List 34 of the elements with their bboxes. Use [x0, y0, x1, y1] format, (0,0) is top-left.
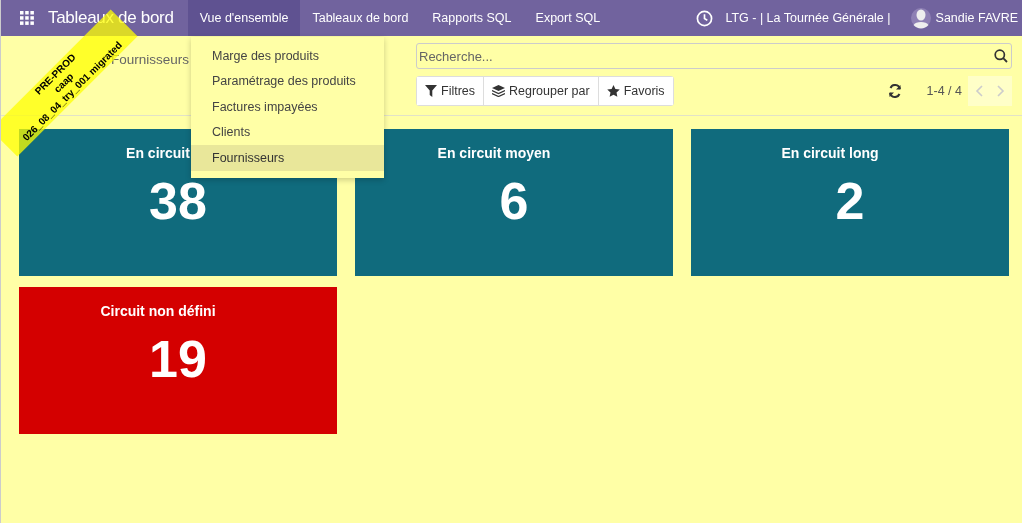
filter-icon [425, 85, 437, 97]
menu-tab[interactable]: Export SQL [523, 0, 613, 36]
star-icon [606, 85, 620, 97]
card-title: En circuit moyen [437, 145, 551, 161]
card-value: 2 [835, 171, 865, 231]
company-name[interactable]: LTG - | La Tournée Générale | [725, 11, 891, 25]
clock-icon[interactable] [696, 9, 714, 27]
search-field[interactable]: Recherche... [416, 43, 1012, 69]
menu-tab[interactable]: Rapports SQL [420, 0, 524, 36]
card-title: En circuit [126, 145, 190, 161]
user-name[interactable]: Sandie FAVRE [935, 11, 1018, 25]
card-title: Circuit non défini [100, 303, 216, 319]
chevron-right-icon [997, 85, 1005, 97]
kpi-card[interactable]: En circuit long 2 [691, 129, 1009, 276]
dropdown-item[interactable]: Factures impayées [191, 94, 384, 120]
kpi-card[interactable]: En circuit moyen 6 [355, 129, 673, 276]
menu-tab[interactable]: Vue d'ensemble [187, 0, 301, 36]
kpi-card[interactable]: Circuit non défini 19 [19, 287, 337, 434]
dropdown-item[interactable]: Paramétrage des produits [191, 68, 384, 94]
card-value: 19 [149, 329, 207, 389]
filter-button[interactable]: Filtres [417, 77, 485, 105]
refresh-icon[interactable] [887, 84, 902, 98]
menu-tab[interactable]: Tableaux de bord [300, 0, 421, 36]
search-icon[interactable] [994, 49, 1008, 63]
avatar-icon[interactable] [910, 7, 931, 29]
dropdown-item[interactable]: Marge des produits [191, 43, 384, 69]
dropdown-item[interactable]: Fournisseurs [191, 145, 384, 171]
card-value: 6 [499, 171, 529, 231]
layers-icon [492, 85, 506, 97]
card-value: 38 [149, 171, 207, 231]
apps-grid-icon[interactable] [20, 11, 34, 25]
chevron-left-icon [975, 85, 983, 97]
card-title: En circuit long [781, 145, 879, 161]
pager-value[interactable]: 1-4 / 4 [926, 84, 962, 98]
